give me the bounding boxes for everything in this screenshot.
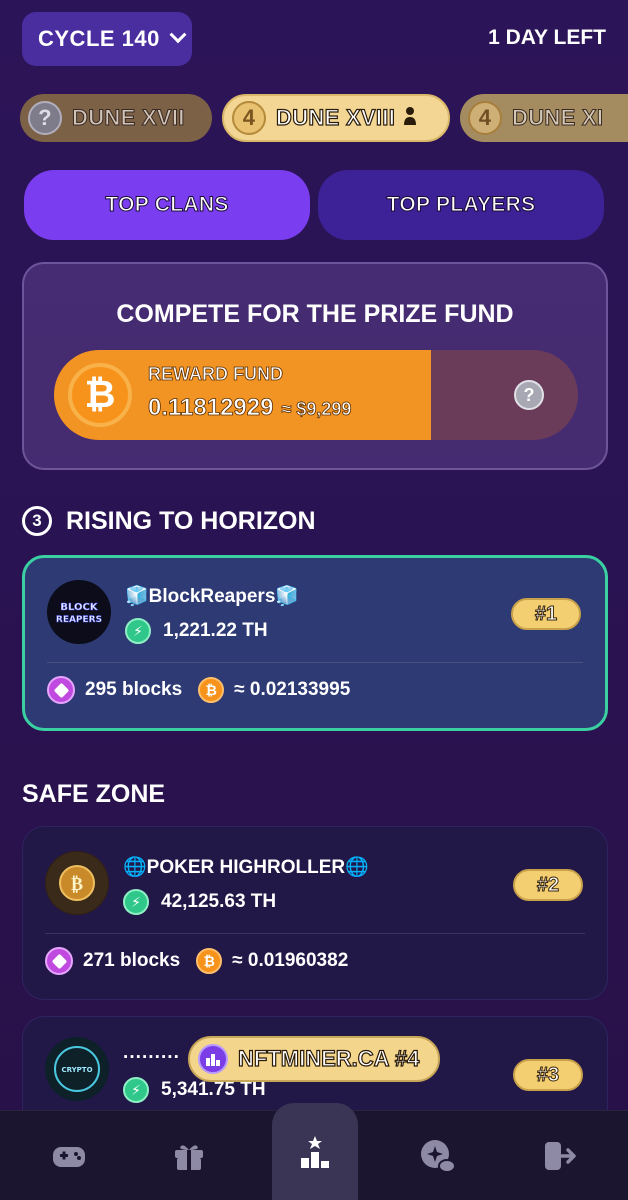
nav-mining[interactable] [394, 1111, 480, 1200]
clan-card[interactable]: BLOCK REAPERS 🧊BlockReapers🧊 ⚡ 1,221.22 … [22, 555, 608, 731]
svg-text:CRYPTO: CRYPTO [61, 1066, 92, 1074]
my-clan-rank-toast[interactable]: NFTMINER.CA #4 [188, 1036, 440, 1082]
svg-text:REAPERS: REAPERS [56, 615, 102, 625]
dune-next[interactable]: 4 DUNE XI [460, 94, 628, 142]
my-clan-rank-text: NFTMINER.CA #4 [237, 1045, 420, 1071]
section-safe-title: SAFE ZONE [22, 780, 166, 808]
gift-box-icon [169, 1136, 209, 1176]
section-rising-header: 3 RISING TO HORIZON [22, 506, 316, 536]
divider [45, 933, 585, 934]
prize-fund-title: COMPETE FOR THE PRIZE FUND [116, 300, 514, 328]
clan-avatar: BLOCK REAPERS [47, 580, 111, 644]
bolt-icon: ⚡ [123, 1077, 149, 1103]
dune-prev-number: ? [28, 101, 62, 135]
dune-current-number: 4 [232, 101, 266, 135]
gamepad-icon [49, 1136, 89, 1176]
clan-hashrate: ⚡ 1,221.22 TH [125, 618, 268, 644]
clan-avatar: CRYPTO [45, 1037, 109, 1101]
reward-fund-bar: ₿ REWARD FUND 0.11812929 ≈ $9,299 ? [54, 350, 578, 440]
clan-name: 🧊BlockReapers🧊 [125, 586, 300, 607]
rank-badge: #1 [511, 598, 581, 630]
dune-prev[interactable]: ? DUNE XVII [20, 94, 212, 142]
tab-top-clans[interactable]: TOP CLANS [24, 170, 310, 240]
clan-stats: 271 blocks ₿ ≈ 0.01960382 [45, 947, 348, 975]
help-button[interactable]: ? [514, 380, 544, 410]
cycle-selector[interactable]: CYCLE 140 [22, 12, 192, 66]
clan-hashrate: ⚡ 42,125.63 TH [123, 889, 276, 915]
block-cube-icon [45, 947, 73, 975]
user-icon [403, 106, 417, 131]
clan-blocks: 271 blocks [83, 950, 181, 971]
dune-current-label: DUNE XVIII [275, 104, 396, 130]
clan-hashrate-value: 5,341.75 TH [161, 1079, 266, 1100]
bitcoin-icon: ₿ [196, 948, 223, 974]
clan-blocks: 295 blocks [85, 679, 183, 700]
prize-fund-card: COMPETE FOR THE PRIZE FUND ₿ REWARD FUND… [22, 262, 608, 470]
clan-hashrate-value: 1,221.22 TH [163, 620, 268, 641]
clan-hashrate-value: 42,125.63 TH [161, 891, 277, 912]
exit-icon [539, 1136, 579, 1176]
clan-btc: ≈ 0.01960382 [232, 950, 349, 971]
clan-btc: ≈ 0.02133995 [234, 679, 351, 700]
clan-stats: 295 blocks ₿ ≈ 0.02133995 [47, 676, 350, 704]
bitcoin-icon: ₿ [68, 363, 132, 427]
block-cube-icon [47, 676, 75, 704]
reward-fund-label: REWARD FUND [148, 364, 284, 385]
reward-usd-amount: ≈ $9,299 [281, 399, 352, 420]
cycle-label: CYCLE 140 [38, 26, 160, 51]
reward-fund-value: 0.11812929 ≈ $9,299 [148, 394, 352, 422]
section-rising-number: 3 [22, 506, 52, 536]
section-rising-title: RISING TO HORIZON [66, 506, 316, 535]
rank-badge: #3 [513, 1059, 583, 1091]
rank-badge: #2 [513, 869, 583, 901]
dune-next-label: DUNE XI [511, 105, 604, 131]
nav-games[interactable] [26, 1111, 112, 1200]
dune-next-number: 4 [468, 101, 502, 135]
bottom-nav [0, 1103, 628, 1200]
divider [47, 662, 583, 663]
nav-logout[interactable] [516, 1111, 602, 1200]
tab-top-players[interactable]: TOP PLAYERS [318, 170, 604, 240]
clan-card[interactable]: ₿ 🌐POKER HIGHROLLER🌐 ⚡ 42,125.63 TH #2 2… [22, 826, 608, 1000]
bolt-icon: ⚡ [125, 618, 151, 644]
bitcoin-icon: ₿ [198, 677, 225, 703]
chevron-down-icon [169, 26, 187, 44]
dune-current[interactable]: 4 DUNE XVIII [222, 94, 450, 142]
svg-text:BLOCK: BLOCK [60, 602, 98, 613]
clan-avatar: ₿ [45, 851, 109, 915]
nav-shop[interactable] [146, 1111, 232, 1200]
clan-name: 🌐POKER HIGHROLLER🌐 [123, 857, 369, 878]
section-safe-header: SAFE ZONE [22, 780, 165, 809]
svg-text:₿: ₿ [71, 874, 83, 895]
clan-name: ········· [123, 1047, 180, 1068]
ore-icon [417, 1136, 457, 1176]
dune-prev-label: DUNE XVII [72, 105, 185, 131]
bolt-icon: ⚡ [123, 889, 149, 915]
nav-leaderboard[interactable] [272, 1103, 358, 1200]
dune-selector: ? DUNE XVII 4 DUNE XVIII 4 DUNE XI [0, 92, 628, 146]
podium-icon [198, 1044, 228, 1074]
podium-icon [295, 1132, 335, 1172]
reward-btc-amount: 0.11812929 [148, 394, 274, 422]
days-left-label: 1 DAY LEFT [488, 26, 606, 49]
